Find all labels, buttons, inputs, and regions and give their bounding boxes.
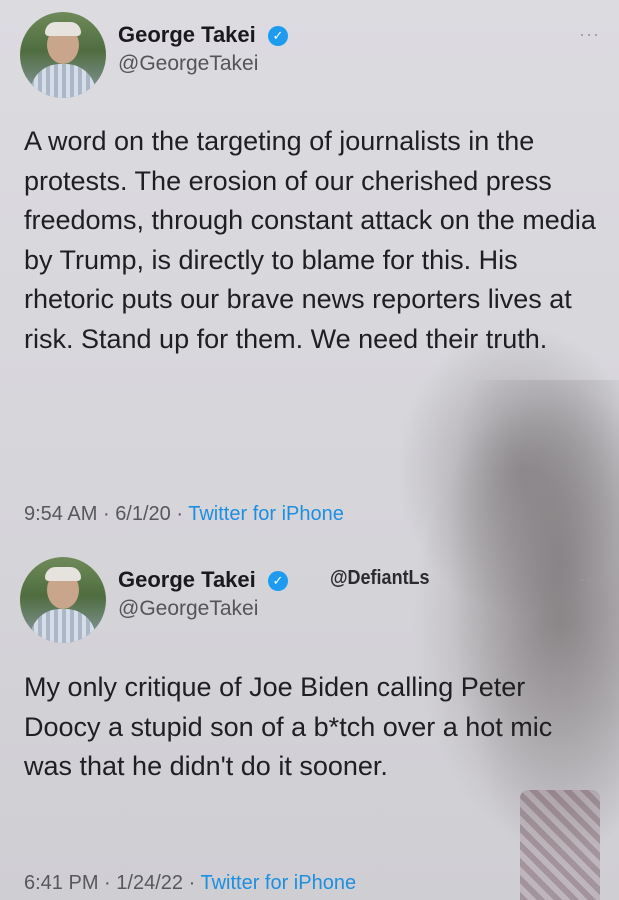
background-tie — [520, 790, 600, 900]
tweet-meta: 9:54 AM · 6/1/20 · Twitter for iPhone — [24, 503, 344, 526]
tweet-date[interactable]: 6/1/20 — [115, 503, 171, 525]
tweet-date[interactable]: 1/24/22 — [116, 872, 183, 894]
tweet-meta: 6:41 PM · 1/24/22 · Twitter for iPhone — [24, 872, 356, 895]
tweet-header: George Takei ✓ @GeorgeTakei ··· — [20, 12, 600, 98]
author-handle[interactable]: @GeorgeTakei — [118, 52, 258, 76]
more-options-icon[interactable]: ··· — [579, 569, 600, 590]
meta-separator: · — [104, 872, 111, 894]
tweet-source-link[interactable]: Twitter for iPhone — [188, 503, 344, 525]
meta-separator: · — [176, 503, 184, 525]
author-handle[interactable]: @GeorgeTakei — [118, 597, 258, 621]
tweet-text: A word on the targeting of journalists i… — [24, 126, 596, 354]
meta-separator: · — [188, 872, 196, 894]
tweet-time: 9:54 AM — [24, 503, 98, 525]
avatar[interactable] — [20, 12, 106, 98]
tweet-time: 6:41 PM — [24, 872, 99, 894]
avatar[interactable] — [20, 557, 106, 643]
tweet-header: George Takei ✓ @DefiantLs @GeorgeTakei ·… — [20, 557, 600, 643]
tweet-text: My only critique of Joe Biden calling Pe… — [24, 672, 553, 781]
tweet-source-link[interactable]: Twitter for iPhone — [200, 872, 356, 894]
author-name[interactable]: George Takei — [118, 22, 256, 48]
author-name[interactable]: George Takei — [118, 567, 256, 593]
meta-separator: · — [102, 503, 110, 525]
verified-badge-icon: ✓ — [268, 571, 288, 591]
verified-badge-icon: ✓ — [268, 26, 288, 46]
more-options-icon[interactable]: ··· — [579, 24, 600, 45]
watermark: @DefiantLs — [330, 567, 430, 589]
